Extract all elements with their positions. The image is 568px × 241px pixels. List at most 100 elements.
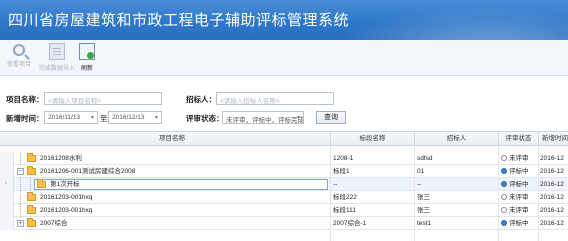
date-cell: 2016-12 xyxy=(540,207,564,214)
row-marker xyxy=(0,204,14,217)
status-pending-icon xyxy=(501,207,507,213)
date-from-value: 2016/11/13 xyxy=(48,114,81,121)
status-cell: 评标中 xyxy=(501,165,538,178)
status-text: 未评审 xyxy=(509,207,529,214)
date-label: 新增时间： xyxy=(6,114,44,123)
view-project-label: 查看项目 xyxy=(6,62,31,68)
folder-icon xyxy=(37,179,46,188)
column-header-status[interactable]: 评审状态 xyxy=(498,132,538,146)
folder-icon xyxy=(27,192,36,201)
grid-header: 项目名称 标段名称 招标人 评审状态 新增时间 xyxy=(0,132,568,146)
column-divider xyxy=(498,146,499,241)
bidder-label: 招标人： xyxy=(186,95,216,104)
row-marker: › xyxy=(0,178,14,191)
project-name-cell: 20161206-001测试房建综合2008 xyxy=(40,168,136,175)
refresh-label: 刷新 xyxy=(80,66,93,72)
status-in-progress-icon xyxy=(501,181,507,187)
status-pending-icon xyxy=(501,194,507,200)
project-name-cell: 2007综合 xyxy=(40,220,68,227)
status-text: 未评审 xyxy=(509,155,529,162)
date-cell: 2016-12 xyxy=(540,194,564,201)
app-header: 四川省房屋建筑和市政工程电子辅助评标管理系统 xyxy=(0,0,568,40)
folder-icon xyxy=(27,205,36,214)
status-text: 未评审 xyxy=(509,194,529,201)
bidder-cell: sdfsd xyxy=(417,155,433,162)
project-name-input[interactable]: <请输入项目名称> xyxy=(44,92,162,105)
project-name-label: 项目名称： xyxy=(6,95,44,104)
column-header-project-name[interactable]: 项目名称 xyxy=(14,132,330,146)
row-marker xyxy=(0,191,14,204)
bidder-cell: 张三 xyxy=(417,207,430,214)
date-cell: 2016-12 xyxy=(540,155,564,162)
project-name-cell: 20161203-001hxq xyxy=(40,207,93,214)
column-header-bidder[interactable]: 招标人 xyxy=(414,132,498,146)
table-row[interactable]: 20161208水利 1208-1 sdfsd 未评审 2016-12 xyxy=(0,152,568,165)
project-name-cell: 第1次开标 xyxy=(50,181,80,188)
table-row-selected[interactable]: › 第1次开标 -- -- 评标中 2016-12 xyxy=(0,178,568,191)
status-text: 评标中 xyxy=(509,220,529,227)
column-divider xyxy=(414,146,415,241)
project-name-cell: 20161203-001hxq xyxy=(40,194,93,201)
date-cell: 2016-12 xyxy=(540,168,564,175)
view-project-button[interactable]: 查看项目 xyxy=(0,43,38,68)
status-text: 评标中 xyxy=(509,168,529,175)
refresh-button[interactable]: 刷新 xyxy=(70,43,104,72)
tree-line xyxy=(20,204,21,217)
document-icon xyxy=(49,43,65,60)
folder-icon xyxy=(27,153,36,162)
date-cell: 2016-12 xyxy=(540,220,564,227)
row-marker xyxy=(0,152,14,165)
table-row[interactable]: 20161203-001hxq 标段222 张三 未评审 2016-12 xyxy=(0,191,568,204)
date-to-input[interactable]: 2016/12/13 ▾ xyxy=(108,111,162,124)
tree-line xyxy=(20,178,21,191)
status-select[interactable]: 未评审，评标中，评标完成 ▾ xyxy=(222,111,304,124)
status-cell: 未评审 xyxy=(501,152,538,165)
section-cell: 标段1 xyxy=(333,168,350,175)
tree-line xyxy=(20,152,21,165)
bidder-cell: test1 xyxy=(417,220,432,227)
status-in-progress-icon xyxy=(501,168,507,174)
toolbar: 查看项目 完成数据导入 刷新 xyxy=(0,40,568,76)
project-name-cell: 20161208水利 xyxy=(40,155,82,162)
bidder-cell: 张三 xyxy=(417,194,430,201)
query-button[interactable]: 查询 xyxy=(316,111,346,124)
folder-icon xyxy=(27,218,36,227)
expand-icon[interactable]: + xyxy=(17,220,24,227)
section-cell: 1208-1 xyxy=(333,155,354,162)
table-row[interactable]: + 2007综合 2007综合-1 test1 评标中 2016-12 xyxy=(0,217,568,230)
refresh-icon xyxy=(79,43,95,60)
section-cell: 标段111 xyxy=(333,207,356,214)
table-row[interactable]: 20161203-001hxq 标段111 张三 未评审 2016-12 xyxy=(0,204,568,217)
column-divider xyxy=(538,146,539,241)
tree-line xyxy=(20,191,21,204)
bidder-input[interactable]: <请输入招标人名称> xyxy=(216,92,334,105)
project-grid: 项目名称 标段名称 招标人 评审状态 新增时间 20161208水利 1208-… xyxy=(0,131,568,241)
status-text: 评标中 xyxy=(509,181,529,188)
row-marker xyxy=(0,165,14,178)
date-cell: 2016-12 xyxy=(540,181,564,188)
status-pending-icon xyxy=(501,155,507,161)
column-divider xyxy=(330,146,331,241)
status-cell: 未评审 xyxy=(501,191,538,204)
tree-line xyxy=(30,178,31,191)
section-cell: -- xyxy=(333,181,338,188)
date-from-dropdown-icon[interactable]: ▾ xyxy=(91,114,94,121)
bidder-cell: -- xyxy=(417,181,422,188)
section-cell: 2007综合-1 xyxy=(333,220,367,227)
status-in-progress-icon xyxy=(501,220,507,226)
current-row-arrow-icon: › xyxy=(5,181,7,187)
date-from-input[interactable]: 2016/11/13 ▾ xyxy=(44,111,98,124)
date-to-dropdown-icon[interactable]: ▾ xyxy=(155,114,158,121)
filter-form: 项目名称： <请输入项目名称> 招标人： <请输入招标人名称> 新增时间： 20… xyxy=(0,76,568,128)
column-header-date[interactable]: 新增时间 xyxy=(538,132,568,146)
date-to-value: 2016/12/13 xyxy=(112,114,145,121)
collapse-icon[interactable]: − xyxy=(17,168,24,175)
chevron-down-icon: ▾ xyxy=(296,115,300,121)
row-marker xyxy=(0,217,14,230)
table-row[interactable]: − 20161206-001测试房建综合2008 标段1 01 评标中 2016… xyxy=(0,165,568,178)
status-label: 评审状态： xyxy=(186,114,224,123)
folder-icon xyxy=(27,166,36,175)
column-header-section[interactable]: 标段名称 xyxy=(330,132,414,146)
bidder-cell: 01 xyxy=(417,168,425,175)
status-cell: 未评审 xyxy=(501,204,538,217)
